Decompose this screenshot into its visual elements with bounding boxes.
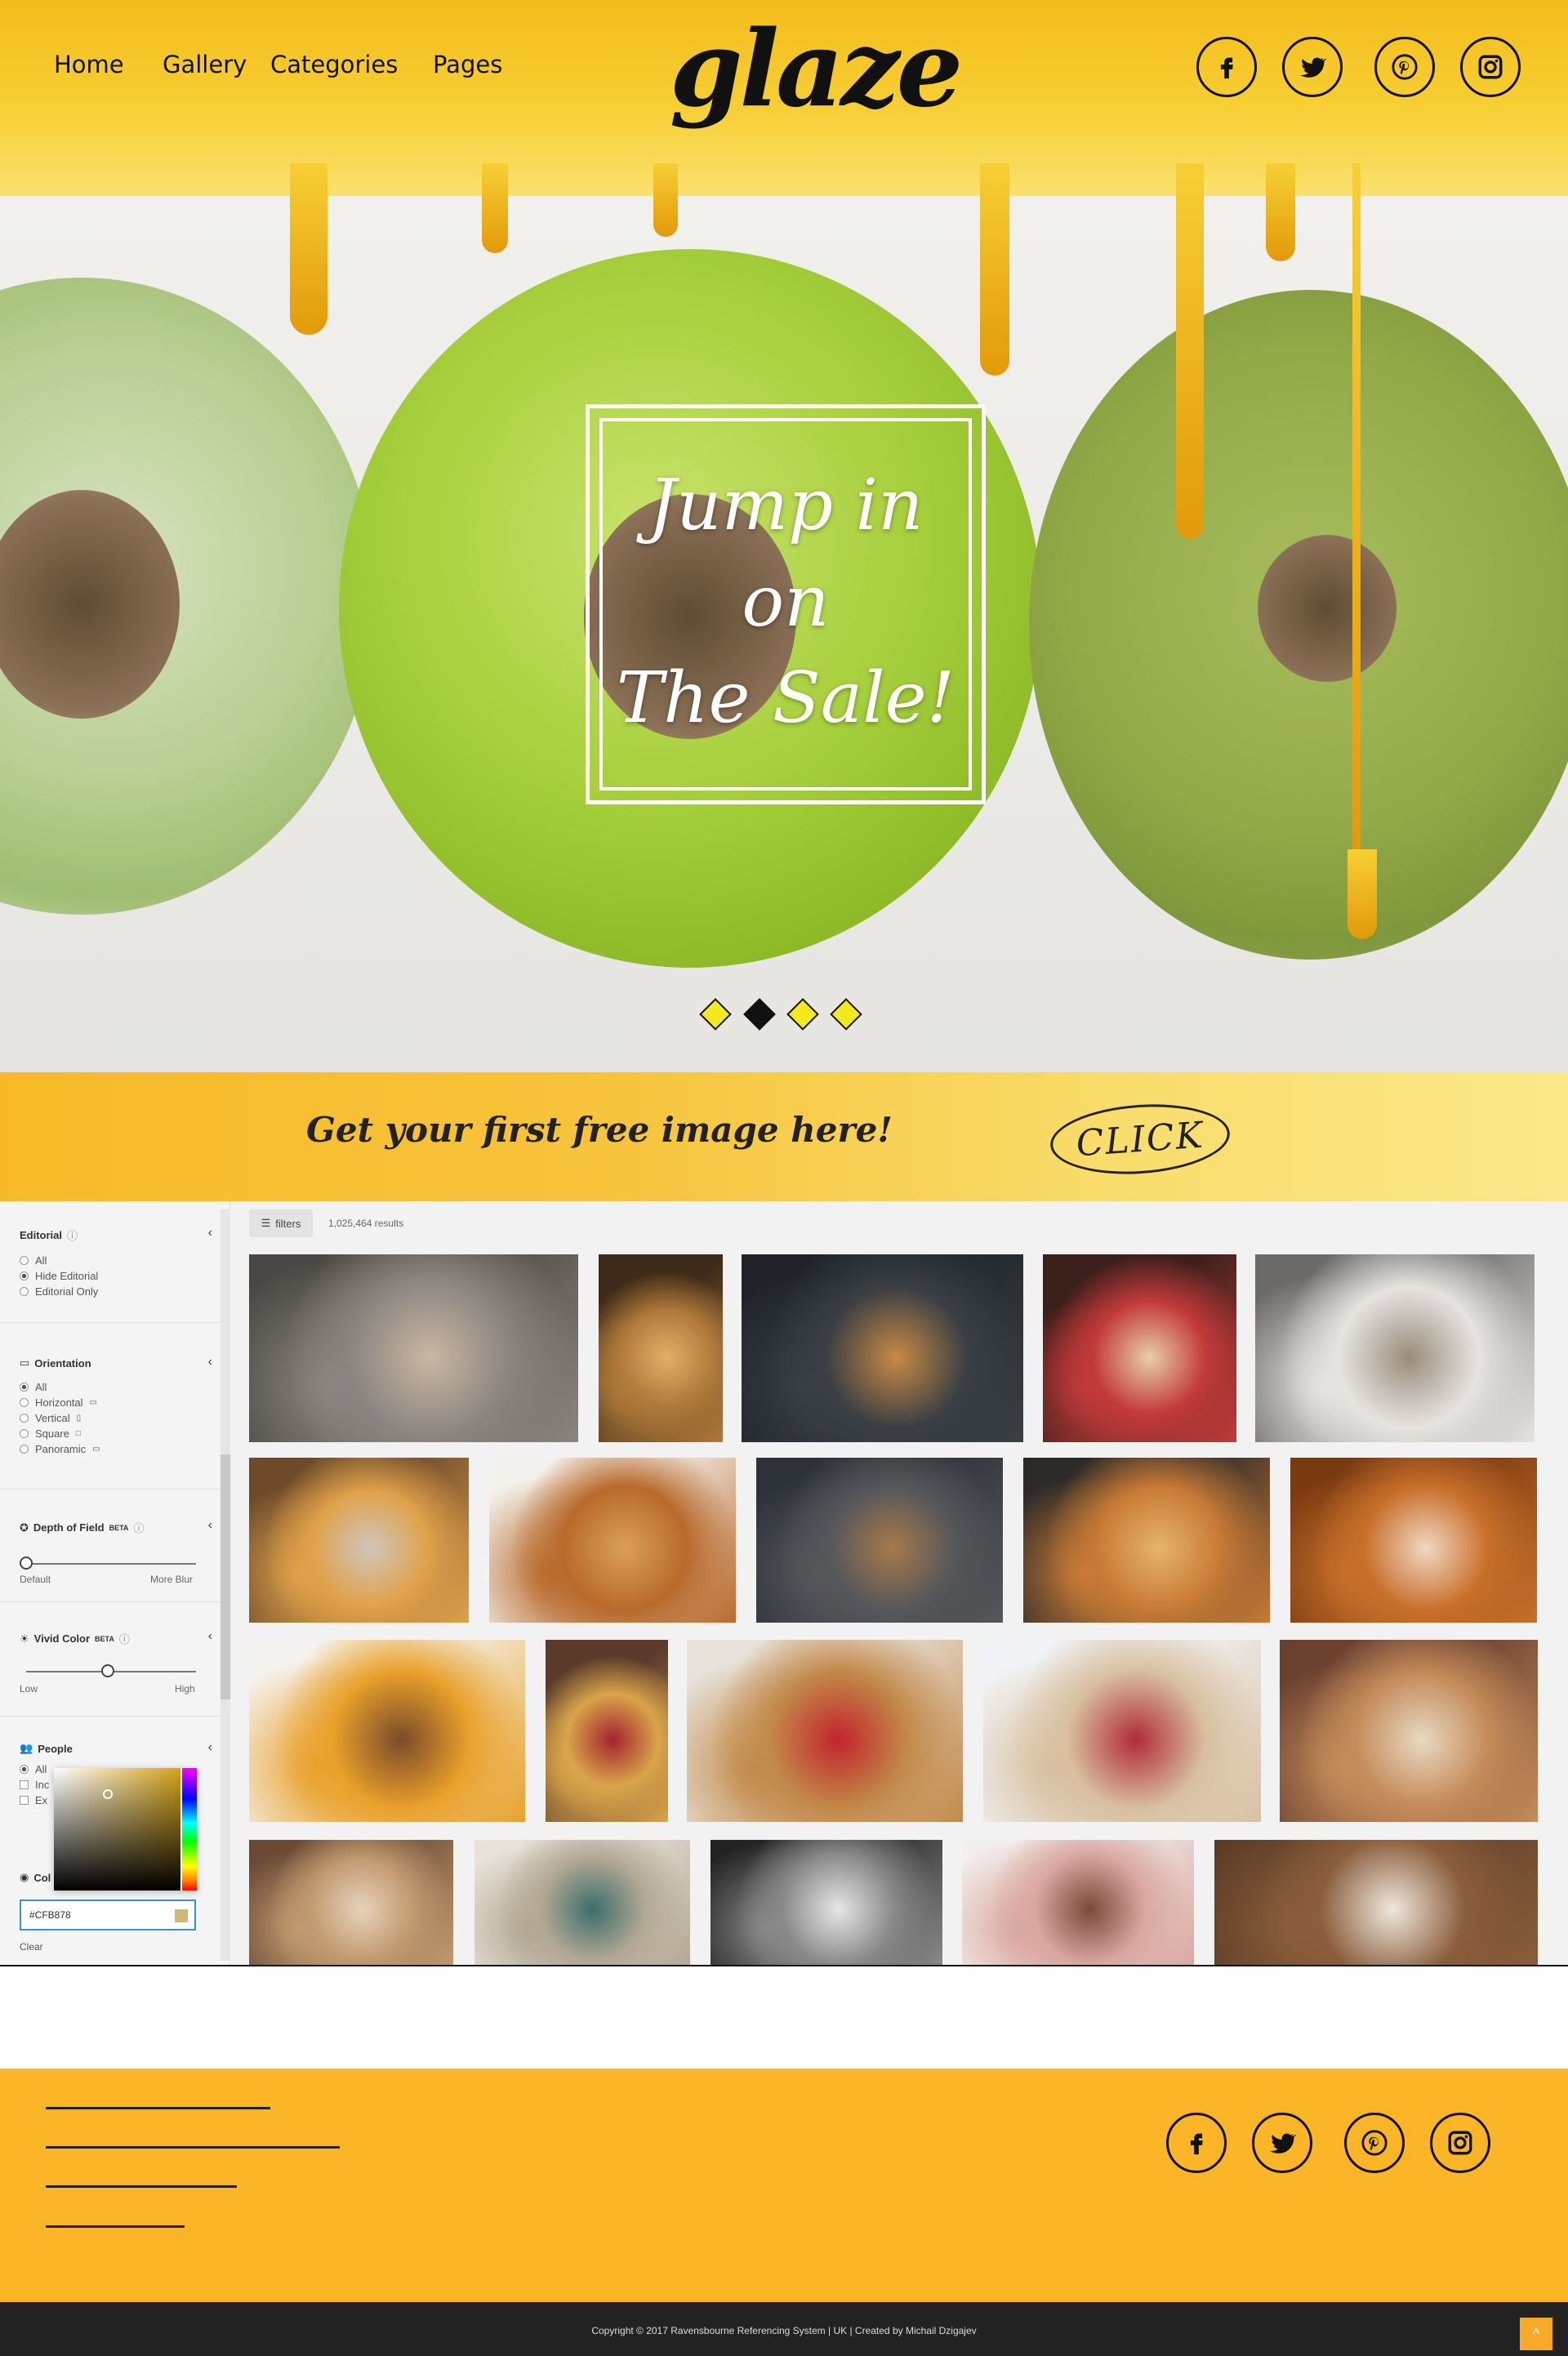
twitter-icon[interactable] (1282, 37, 1343, 97)
gallery-thumb-muffin-dark[interactable] (756, 1458, 1003, 1623)
orientation-option-vertical[interactable]: Vertical ▯ (20, 1412, 196, 1424)
depth-of-field-section: ✪ Depth of Field BETA ⓘ ‹ (20, 1518, 212, 1535)
hero-slider: Home Gallery Categories Pages glaze Jump… (0, 0, 1568, 1072)
editorial-option-hide[interactable]: Hide Editorial (20, 1270, 196, 1282)
footer-link-placeholder-3[interactable] (46, 2185, 237, 2188)
color-saturation-area[interactable] (54, 1768, 180, 1891)
nav-gallery[interactable]: Gallery (163, 51, 247, 78)
filters-button[interactable]: ☰ filters (249, 1209, 313, 1237)
slide-dot-2[interactable] (743, 998, 776, 1031)
free-image-banner: Get your first free image here! CLICK (0, 1072, 1568, 1201)
panel-scroll-thumb[interactable] (220, 1454, 230, 1699)
chevron-left-icon[interactable]: ‹ (208, 1518, 212, 1533)
donut-image-left (0, 278, 376, 915)
slide-dot-4[interactable] (830, 998, 862, 1031)
chevron-left-icon[interactable]: ‹ (208, 1629, 212, 1644)
gallery-thumb-bread-basket-wheat[interactable] (599, 1254, 723, 1442)
orientation-section: ▭ Orientation ‹ All Horizontal ▭ Vertical ▯… (20, 1355, 212, 1455)
footer-facebook-icon[interactable] (1166, 2113, 1227, 2173)
vivid-color-section: ☀ Vivid Color BETA ⓘ ‹ (20, 1629, 212, 1646)
results-count: 1,025,464 results (328, 1218, 404, 1229)
vivid-slider-knob[interactable] (101, 1664, 114, 1677)
orientation-option-square[interactable]: Square □ (20, 1427, 196, 1440)
sale-frame[interactable]: Jump in on The Sale! (586, 404, 986, 804)
chevron-left-icon[interactable]: ‹ (208, 1740, 212, 1755)
gallery-thumb-cakes-pink-plate[interactable] (962, 1840, 1194, 1965)
nav-categories[interactable]: Categories (270, 51, 398, 78)
footer-link-placeholder-4[interactable] (46, 2225, 185, 2228)
gallery-thumb-danish-pastries-white[interactable] (489, 1458, 736, 1623)
site-logo[interactable]: glaze (670, 0, 963, 163)
orientation-option-panoramic[interactable]: Panoramic ▭ (20, 1443, 196, 1455)
depth-slider-knob[interactable] (20, 1557, 33, 1570)
info-icon[interactable]: ⓘ (67, 1227, 78, 1243)
orientation-title: Orientation (34, 1356, 91, 1370)
editorial-option-only[interactable]: Editorial Only (20, 1285, 196, 1298)
copyright-text: Copyright © 2017 Ravensbourne Referencin… (591, 2325, 977, 2336)
footer-twitter-icon[interactable] (1252, 2113, 1312, 2173)
gallery-thumb-bakery-display-case[interactable] (1280, 1640, 1538, 1822)
gallery-thumb-breakfast-fruit-pastries[interactable] (249, 1640, 525, 1822)
gallery-thumb-berry-danish[interactable] (546, 1640, 668, 1822)
gallery-thumb-pastries-dark-table[interactable] (1023, 1458, 1270, 1623)
nav-pages[interactable]: Pages (433, 51, 502, 78)
gallery-thumb-baker-woman-moon[interactable] (474, 1840, 690, 1965)
gallery-thumb-croissants-plate[interactable] (249, 1458, 469, 1623)
clear-color-link[interactable]: Clear (20, 1941, 43, 1953)
orientation-icon: ▭ (20, 1356, 30, 1369)
color-picker[interactable] (54, 1768, 197, 1891)
click-button[interactable]: CLICK (1048, 1098, 1232, 1180)
info-icon[interactable]: ⓘ (133, 1520, 144, 1535)
people-icon: 👥 (20, 1742, 33, 1754)
aperture-icon: ✪ (20, 1521, 29, 1534)
color-hue-strip[interactable] (182, 1768, 197, 1891)
donut-image-right (1029, 290, 1568, 960)
chevron-left-icon[interactable]: ‹ (208, 1226, 212, 1240)
editorial-option-all[interactable]: All (20, 1254, 196, 1267)
sun-icon: ☀ (20, 1632, 29, 1645)
color-swatch (175, 1909, 188, 1922)
bottom-bar: Copyright © 2017 Ravensbourne Referencin… (0, 2302, 1568, 2356)
chevron-left-icon[interactable]: ‹ (208, 1355, 212, 1370)
footer-pinterest-icon[interactable] (1344, 2113, 1405, 2173)
editorial-section: Editorial ⓘ ‹ All Hide Editorial Editoria… (20, 1226, 212, 1298)
orientation-option-all[interactable]: All (20, 1381, 196, 1393)
footer-link-placeholder-1[interactable] (46, 2107, 270, 2109)
editorial-title: Editorial (20, 1229, 63, 1241)
gallery-thumb-twisted-pastry-milk[interactable] (687, 1640, 963, 1822)
slide-dot-3[interactable] (786, 998, 819, 1031)
gallery-thumb-cupcakes-row[interactable] (1290, 1458, 1537, 1623)
hex-color-input[interactable]: #CFB878 (20, 1899, 196, 1931)
filters-panel: Editorial ⓘ ‹ All Hide Editorial Editoria… (0, 1201, 230, 1965)
gallery-thumb-baking-ingredients-top[interactable] (249, 1840, 453, 1965)
image-gallery: Editorial ⓘ ‹ All Hide Editorial Editoria… (0, 1201, 1568, 1966)
banner-text: Get your first free image here! (306, 1110, 893, 1150)
sale-headline: Jump in on The Sale! (616, 465, 956, 739)
eye-icon: ◉ (20, 1871, 29, 1883)
gallery-thumb-raspberry-pastries-plate[interactable] (983, 1640, 1261, 1822)
footer-link-placeholder-2[interactable] (46, 2146, 340, 2149)
facebook-icon[interactable] (1196, 37, 1257, 97)
depth-slider-track[interactable] (26, 1563, 196, 1565)
footer (0, 2069, 1568, 2302)
back-to-top-button[interactable]: ^ (1520, 2318, 1552, 2350)
gallery-thumb-chef-plating-bw[interactable] (710, 1840, 942, 1965)
orientation-option-horizontal[interactable]: Horizontal ▭ (20, 1396, 196, 1409)
gallery-thumb-chefs-in-kitchen[interactable] (1255, 1254, 1535, 1442)
sliders-icon: ☰ (261, 1217, 271, 1229)
instagram-icon[interactable] (1460, 37, 1521, 97)
gallery-thumb-flour-eggs-wood[interactable] (1214, 1840, 1538, 1965)
slide-dot-1[interactable] (699, 998, 732, 1031)
gallery-thumb-strawberry-cakes-tray[interactable] (1043, 1254, 1236, 1442)
nav-home[interactable]: Home (54, 51, 124, 78)
color-picker-cursor[interactable] (103, 1789, 113, 1799)
pinterest-icon[interactable] (1374, 37, 1435, 97)
gallery-thumb-hands-kneading-dough[interactable] (249, 1254, 578, 1442)
gallery-thumb-dough-rolling-pin-dark[interactable] (742, 1254, 1023, 1442)
info-icon[interactable]: ⓘ (119, 1631, 130, 1646)
footer-instagram-icon[interactable] (1430, 2113, 1490, 2173)
